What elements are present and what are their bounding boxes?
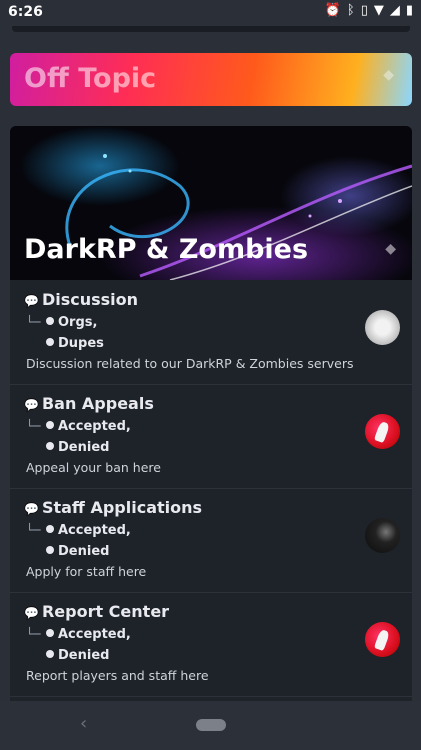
subforum-label: Accepted, — [58, 523, 131, 538]
collapse-icon[interactable]: ◆ — [383, 67, 394, 83]
home-pill[interactable] — [196, 719, 226, 731]
bullet-icon — [46, 629, 54, 637]
subforum-link[interactable]: Accepted, — [46, 523, 131, 538]
subforum-label: Denied — [58, 544, 110, 559]
avatar[interactable] — [365, 310, 400, 345]
status-bar: 6:26 ⏰ ᛒ ▯ ▼ ◢ ▮ — [0, 0, 421, 26]
forum-description: Appeal your ban here — [26, 460, 161, 475]
forum-name: Staff Applications — [41, 498, 203, 517]
forum-description: Discussion related to our DarkRP & Zombi… — [26, 356, 354, 371]
subforum-label: Denied — [58, 440, 110, 455]
previous-card-edge — [12, 26, 410, 32]
forum-row-staff-applications[interactable]: 💬 Staff Applications └─ Accepted, Denied … — [10, 488, 412, 593]
category-title: DarkRP & Zombies — [24, 234, 309, 265]
tree-connector: └─ — [26, 627, 41, 641]
bullet-icon — [46, 338, 54, 346]
forum-name: Discussion — [41, 290, 139, 309]
avatar[interactable] — [365, 518, 400, 553]
chat-bubbles-icon: 💬 — [24, 502, 39, 516]
tree-connector: └─ — [26, 523, 41, 537]
subforum-link[interactable]: Denied — [46, 440, 109, 455]
subforum-label: Accepted, — [58, 419, 131, 434]
bullet-icon — [46, 546, 54, 554]
subforum-link[interactable]: Accepted, — [46, 419, 131, 434]
forum-row-discussion[interactable]: 💬 Discussion └─ Orgs, Dupes Discussion re… — [10, 280, 412, 385]
back-icon[interactable]: ‹ — [80, 713, 87, 734]
category-banner-off-topic[interactable]: Off Topic ◆ — [10, 53, 412, 106]
bluetooth-icon: ᛒ — [346, 3, 355, 18]
tree-connector: └─ — [26, 419, 41, 433]
forum-row-report-center[interactable]: 💬 Report Center └─ Accepted, Denied Repor… — [10, 592, 412, 697]
subforum-label: Dupes — [58, 336, 104, 351]
forum-title[interactable]: 💬 Ban Appeals — [24, 394, 154, 413]
subforum-label: Orgs, — [58, 315, 98, 330]
clock: 6:26 — [8, 4, 43, 20]
bullet-icon — [46, 421, 54, 429]
tree-connector: └─ — [26, 315, 41, 329]
bullet-icon — [46, 525, 54, 533]
category-banner-darkrp[interactable]: DarkRP & Zombies ◆ — [10, 126, 412, 280]
forum-title[interactable]: 💬 Discussion — [24, 290, 138, 309]
chat-bubbles-icon: 💬 — [24, 398, 39, 412]
subforum-link[interactable]: Denied — [46, 544, 109, 559]
subforum-link[interactable]: Dupes — [46, 336, 104, 351]
subforum-link[interactable]: Accepted, — [46, 627, 131, 642]
bullet-icon — [46, 650, 54, 658]
forum-title[interactable]: 💬 Report Center — [24, 602, 169, 621]
forum-description: Report players and staff here — [26, 668, 209, 683]
avatar[interactable] — [365, 622, 400, 657]
vibrate-icon: ▯ — [360, 3, 368, 18]
battery-icon: ▮ — [405, 3, 413, 18]
alarm-icon: ⏰ — [324, 3, 341, 18]
avatar[interactable] — [365, 414, 400, 449]
category-title: Off Topic — [24, 63, 157, 94]
category-panel-darkrp: DarkRP & Zombies ◆ 💬 Discussion └─ Orgs, … — [10, 126, 412, 726]
chat-bubbles-icon: 💬 — [24, 606, 39, 620]
system-nav-bar: ‹ — [0, 701, 421, 750]
forum-name: Ban Appeals — [41, 394, 154, 413]
subforum-link[interactable]: Denied — [46, 648, 109, 663]
bullet-icon — [46, 317, 54, 325]
bullet-icon — [46, 442, 54, 450]
chat-bubbles-icon: 💬 — [24, 294, 39, 308]
subforum-label: Accepted, — [58, 627, 131, 642]
forum-name: Report Center — [41, 602, 170, 621]
collapse-icon[interactable]: ◆ — [385, 241, 396, 257]
subforum-label: Denied — [58, 648, 110, 663]
forum-row-ban-appeals[interactable]: 💬 Ban Appeals └─ Accepted, Denied Appeal … — [10, 384, 412, 489]
forum-description: Apply for staff here — [26, 564, 147, 579]
status-icons: ⏰ ᛒ ▯ ▼ ◢ ▮ — [325, 3, 413, 18]
signal-icon: ◢ — [389, 3, 400, 18]
subforum-link[interactable]: Orgs, — [46, 315, 97, 330]
forum-title[interactable]: 💬 Staff Applications — [24, 498, 202, 517]
wifi-icon: ▼ — [373, 3, 384, 18]
